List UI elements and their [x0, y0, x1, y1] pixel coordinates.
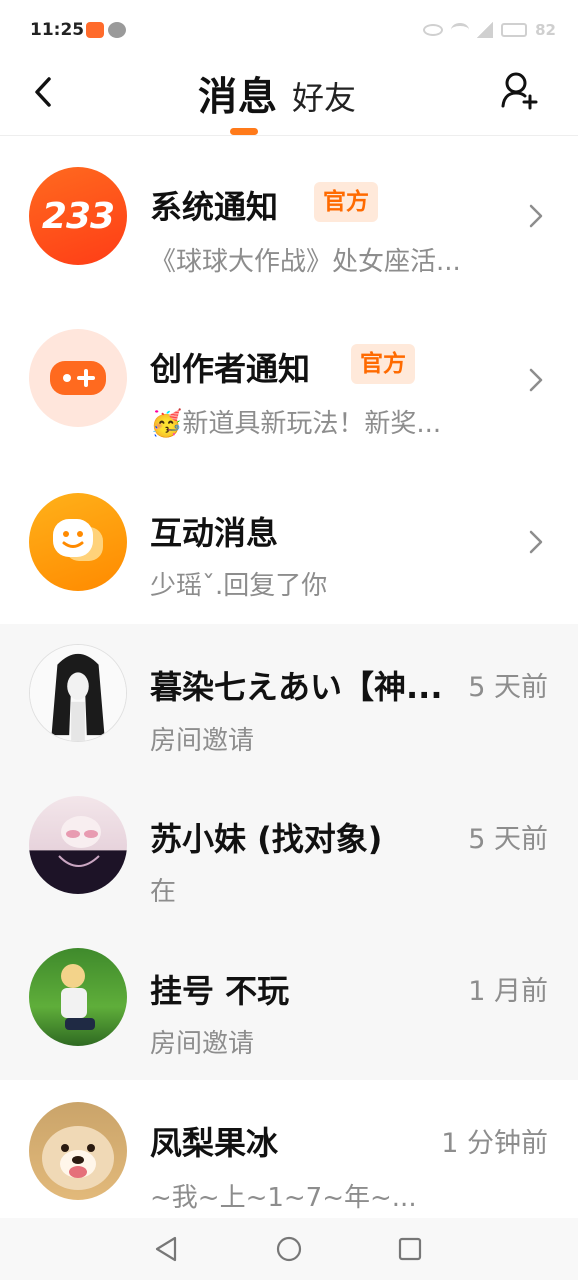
row-title: 凤梨果冰 [150, 1124, 279, 1162]
chevron-right-icon [529, 204, 543, 228]
shield-app-icon [86, 22, 104, 38]
list-item-interaction-messages[interactable]: 互动消息 少瑶ˇ.回复了你 [0, 466, 578, 618]
list-item-conversation[interactable]: 挂号 不玩 1 月前 房间邀请 [0, 928, 578, 1080]
avatar-233-text: 233 [41, 195, 115, 237]
row-title: 创作者通知 [150, 350, 311, 388]
anime-girl-avatar-icon [30, 645, 126, 741]
header: 消息 好友 [0, 60, 578, 136]
user-avatar [29, 796, 127, 894]
interaction-avatar [29, 493, 127, 591]
chat-bubble-icon [53, 519, 103, 561]
row-time: 1 月前 [468, 976, 548, 1007]
triangle-back-icon [155, 1236, 177, 1262]
row-title: 互动消息 [150, 514, 279, 552]
list-item-creator-notice[interactable]: 创作者通知 官方 🥳新道具新玩法！新奖... [0, 302, 578, 454]
row-title: 系统通知 [150, 188, 279, 226]
row-subtitle: 房间邀请 [150, 726, 255, 756]
tab-messages[interactable]: 消息 [198, 66, 278, 122]
back-arrow-icon [35, 77, 51, 107]
chevron-right-icon [529, 530, 543, 554]
nav-home-button[interactable] [272, 1232, 306, 1266]
add-user-icon [501, 72, 538, 110]
user-avatar [29, 644, 127, 742]
nav-back-button[interactable] [149, 1232, 183, 1266]
system-avatar: 233 [29, 167, 127, 265]
row-time: 5 天前 [468, 672, 548, 703]
square-recents-icon [398, 1237, 422, 1261]
character-avatar-icon [58, 816, 101, 867]
row-subtitle: 🥳新道具新玩法！新奖... [150, 409, 442, 439]
photo-avatar-icon [61, 964, 95, 1030]
row-time: 1 分钟前 [441, 1128, 548, 1159]
dog-avatar-icon [42, 1126, 114, 1190]
row-title: 暮染七えあい【神... [150, 668, 443, 706]
battery-percent: 82 [535, 21, 556, 39]
active-tab-indicator [230, 128, 258, 135]
official-badge: 官方 [314, 182, 378, 222]
nav-recents-button[interactable] [393, 1232, 427, 1266]
circle-home-icon [276, 1236, 302, 1262]
wechat-icon [108, 22, 126, 38]
chevron-right-icon [529, 368, 543, 392]
status-bar: 11:25 82 [0, 0, 578, 60]
official-badge: 官方 [351, 344, 415, 384]
system-navigation-bar [0, 1218, 578, 1280]
back-button[interactable] [28, 74, 58, 110]
tab-friends[interactable]: 好友 [292, 73, 356, 119]
gamepad-icon [50, 361, 106, 395]
row-subtitle: 少瑶ˇ.回复了你 [150, 571, 328, 601]
status-indicators: 82 [423, 18, 556, 42]
user-avatar [29, 1102, 127, 1200]
status-time: 11:25 [30, 20, 85, 40]
eye-icon [423, 24, 444, 36]
list-item-conversation[interactable]: 凤梨果冰 1 分钟前 ~我~上~1~7~年~... [0, 1080, 578, 1218]
row-time: 5 天前 [468, 824, 548, 855]
row-subtitle: 在 [150, 877, 177, 907]
add-friend-button[interactable] [500, 70, 540, 110]
battery-icon [501, 23, 528, 37]
list-item-system-notice[interactable]: 233 系统通知 官方 《球球大作战》处女座活... [0, 140, 578, 292]
signal-icon [477, 22, 494, 38]
user-avatar [29, 948, 127, 1046]
list-item-conversation[interactable]: 苏小妹 (找对象) 5 天前 在 [0, 776, 578, 928]
row-subtitle: 《球球大作战》处女座活... [150, 247, 461, 277]
row-subtitle: 房间邀请 [150, 1029, 255, 1059]
wifi-icon [451, 23, 470, 37]
row-title: 挂号 不玩 [150, 972, 290, 1010]
row-subtitle: ~我~上~1~7~年~... [150, 1183, 417, 1213]
row-title: 苏小妹 (找对象) [150, 820, 383, 858]
list-item-conversation[interactable]: 暮染七えあい【神... 5 天前 房间邀请 [0, 624, 578, 776]
creator-avatar [29, 329, 127, 427]
